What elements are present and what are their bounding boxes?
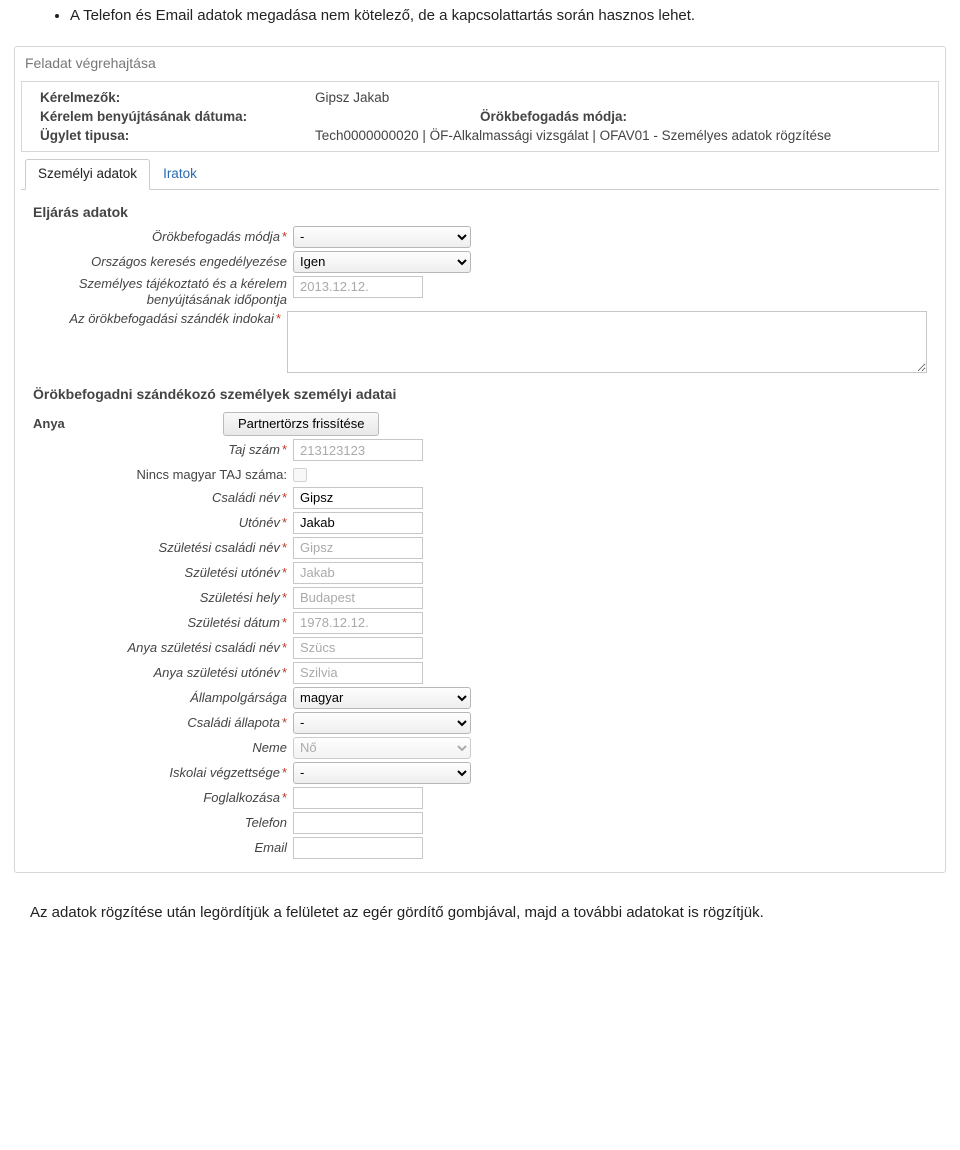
benyujtas-value — [315, 109, 480, 124]
utonev-label: Utónév* — [33, 512, 293, 531]
iskolai-label: Iskolai végzettsége* — [33, 762, 293, 781]
section-orokbefogado: Örökbefogadni szándékozó személyek szemé… — [33, 386, 927, 402]
task-panel: Feladat végrehajtása Kérelmezők: Gipsz J… — [14, 46, 946, 873]
neme-select: Nő — [293, 737, 471, 759]
foglalk-input[interactable] — [293, 787, 423, 809]
allampolg-select[interactable]: magyar — [293, 687, 471, 709]
nincs-taj-checkbox — [293, 468, 307, 482]
telefon-input[interactable] — [293, 812, 423, 834]
szul-csaladi-input — [293, 537, 423, 559]
orokmod-label: Örökbefogadás módja* — [33, 226, 293, 245]
section-eljaras: Eljárás adatok — [33, 204, 927, 220]
anya-csaladi-label: Anya születési családi név* — [33, 637, 293, 656]
orszagos-label: Országos keresés engedélyezése — [33, 251, 293, 270]
panel-title: Feladat végrehajtása — [15, 47, 945, 81]
szul-utonev-input — [293, 562, 423, 584]
tab-strip: Személyi adatok Iratok — [21, 158, 939, 190]
szandek-label: Az örökbefogadási szándék indokai* — [33, 311, 287, 327]
utonev-input[interactable] — [293, 512, 423, 534]
taj-input — [293, 439, 423, 461]
szemtaj-label: Személyes tájékoztató és a kérelem benyú… — [33, 276, 293, 309]
orokmod-header-value — [627, 109, 920, 124]
email-label: Email — [33, 837, 293, 856]
szandek-textarea[interactable] — [287, 311, 927, 373]
szemtaj-input — [293, 276, 423, 298]
orszagos-select[interactable]: Igen — [293, 251, 471, 273]
szul-datum-label: Születési dátum* — [33, 612, 293, 631]
orokmod-select[interactable]: - — [293, 226, 471, 248]
ugylet-label: Ügylet tipusa: — [40, 128, 315, 143]
orokmod-header-label: Örökbefogadás módja: — [480, 109, 627, 124]
role-anya-label: Anya — [33, 416, 223, 431]
nincs-taj-label: Nincs magyar TAJ száma: — [33, 464, 293, 483]
bullet-text: A Telefon és Email adatok megadása nem k… — [70, 6, 930, 26]
szul-datum-input — [293, 612, 423, 634]
allampolg-label: Állampolgársága — [33, 687, 293, 706]
csaladi-label: Családi név* — [33, 487, 293, 506]
anya-csaladi-input — [293, 637, 423, 659]
footnote-text: Az adatok rögzítése után legördítjük a f… — [10, 873, 950, 933]
iskolai-select[interactable]: - — [293, 762, 471, 784]
foglalk-label: Foglalkozása* — [33, 787, 293, 806]
anya-utonev-label: Anya születési utónév* — [33, 662, 293, 681]
tab-documents[interactable]: Iratok — [150, 159, 210, 190]
szul-csaladi-label: Születési családi név* — [33, 537, 293, 556]
szul-hely-input — [293, 587, 423, 609]
neme-label: Neme — [33, 737, 293, 756]
anya-utonev-input — [293, 662, 423, 684]
email-input[interactable] — [293, 837, 423, 859]
kerelmezok-label: Kérelmezők: — [40, 90, 315, 105]
form-area: Eljárás adatok Örökbefogadás módja* - Or… — [15, 190, 945, 872]
csaladi-input[interactable] — [293, 487, 423, 509]
csaladiall-select[interactable]: - — [293, 712, 471, 734]
telefon-label: Telefon — [33, 812, 293, 831]
csaladiall-label: Családi állapota* — [33, 712, 293, 731]
kerelmezok-value: Gipsz Jakab — [315, 90, 920, 105]
ugylet-value: Tech0000000020 | ÖF-Alkalmassági vizsgál… — [315, 128, 920, 143]
task-header-box: Kérelmezők: Gipsz Jakab Kérelem benyújtá… — [21, 81, 939, 152]
taj-label: Taj szám* — [33, 439, 293, 458]
tab-personal-data[interactable]: Személyi adatok — [25, 159, 150, 190]
refresh-partner-button[interactable]: Partnertörzs frissítése — [223, 412, 379, 436]
szul-hely-label: Születési hely* — [33, 587, 293, 606]
benyujtas-label: Kérelem benyújtásának dátuma: — [40, 109, 315, 124]
szul-utonev-label: Születési utónév* — [33, 562, 293, 581]
